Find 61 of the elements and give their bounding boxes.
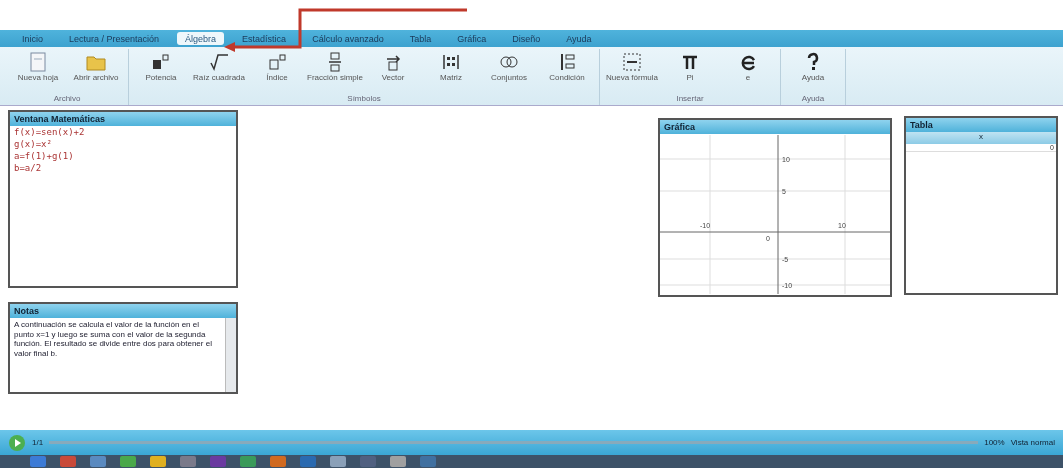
ribbon-tab[interactable]: Cálculo avanzado (304, 32, 392, 45)
ribbon-button[interactable]: Matriz (423, 49, 479, 94)
square-root-icon (208, 51, 230, 73)
scrollbar[interactable] (225, 318, 236, 392)
index-icon (266, 51, 288, 73)
ribbon-button[interactable]: Pi (662, 49, 718, 94)
taskbar-icon[interactable] (90, 456, 106, 467)
ribbon-tab[interactable]: Estadística (234, 32, 295, 45)
group-label: Insertar (675, 94, 705, 105)
taskbar-icon[interactable] (330, 456, 346, 467)
formula-box-icon (621, 51, 643, 73)
notes-text: A continuación se calcula el valor de la función en el punto x=1 y luego se suma con el valor de la segunda función. El resultado se divide entre dos para obtener el valor final b. (13, 319, 213, 360)
taskbar-icon[interactable] (120, 456, 136, 467)
math-line: a=f(1)+g(1) (14, 151, 75, 161)
ribbon-button[interactable]: Nueva fórmula (604, 49, 660, 94)
page-icon (27, 51, 49, 73)
ribbon-button[interactable]: Ayuda (785, 49, 841, 94)
taskbar-icon[interactable] (300, 456, 316, 467)
taskbar-icon[interactable] (210, 456, 226, 467)
ribbon-tab[interactable]: Álgebra (177, 32, 225, 45)
math-line: b=a/2 (14, 163, 43, 173)
math-line: f(x)=sen(x)+2 (14, 127, 86, 137)
ribbon-button[interactable]: Vector (365, 49, 421, 94)
group-label: Símbolos (346, 94, 382, 105)
panel-title: Gráfica (664, 122, 696, 132)
taskbar-icon[interactable] (30, 456, 46, 467)
ribbon-tab[interactable]: Tabla (401, 32, 440, 45)
ribbon-button[interactable]: Abrir archivo (68, 49, 124, 94)
ribbon-tab[interactable]: Ayuda (558, 32, 600, 45)
page-indicator: 1/1 (32, 438, 44, 447)
group-label: Archivo (52, 94, 82, 105)
taskbar-icon[interactable] (180, 456, 196, 467)
panel-title: Tabla (910, 120, 933, 130)
ribbon-tab[interactable]: Gráfica (449, 32, 495, 45)
scroll-track[interactable] (49, 441, 979, 444)
ribbon-button[interactable]: Condición (539, 49, 595, 94)
ribbon-button[interactable]: Nueva hoja (10, 49, 66, 94)
ribbon-button[interactable]: e (720, 49, 776, 94)
panel-title: Ventana Matemáticas (14, 114, 106, 124)
ribbon-tab[interactable]: Lectura / Presentación (61, 32, 168, 45)
taskbar-icon[interactable] (60, 456, 76, 467)
view-mode: Vista normal (1010, 438, 1055, 447)
taskbar-icon[interactable] (390, 456, 406, 467)
taskbar-icon[interactable] (420, 456, 436, 467)
taskbar-icon[interactable] (150, 456, 166, 467)
ribbon-button[interactable]: Raíz cuadrada (191, 49, 247, 94)
zoom-level: 100% (984, 438, 1005, 447)
column-header: x (906, 132, 1056, 144)
group-label: Ayuda (800, 94, 826, 105)
taskbar-icon[interactable] (360, 456, 376, 467)
ribbon-tab[interactable]: Inicio (14, 32, 51, 45)
play-icon[interactable] (8, 433, 26, 452)
taskbar-icon[interactable] (240, 456, 256, 467)
panel-title: Notas (14, 306, 39, 316)
ribbon-button[interactable]: Conjuntos (481, 49, 537, 94)
ribbon-button[interactable]: Potencia (133, 49, 189, 94)
math-line: g(x)=x² (14, 139, 53, 149)
taskbar-icon[interactable] (270, 456, 286, 467)
ribbon-button[interactable]: Fracción simple (307, 49, 363, 94)
ribbon-button[interactable]: Índice (249, 49, 305, 94)
ribbon-tab[interactable]: Diseño (504, 32, 549, 45)
